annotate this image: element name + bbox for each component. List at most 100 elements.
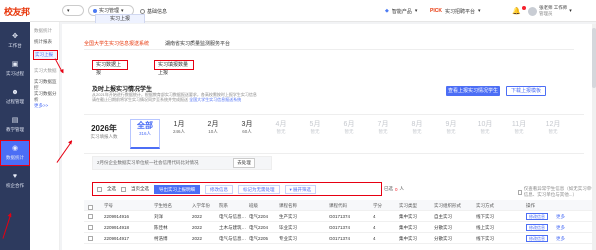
- month-8[interactable]: 8月 暂无: [402, 119, 432, 149]
- select-all-checkbox[interactable]: [97, 186, 102, 192]
- sidebar-item-label: 数据统计: [6, 155, 24, 160]
- column-header[interactable]: 学号: [104, 200, 113, 211]
- month-12[interactable]: 12月 暂无: [538, 119, 568, 149]
- cell-class: 电气2204: [249, 225, 269, 230]
- sidebar-item-label: 校企合作: [6, 183, 24, 188]
- select-all-label: 全选: [107, 186, 116, 191]
- sidebar-item-label: 教学管理: [6, 127, 24, 132]
- cell-type: 集中实习: [399, 214, 417, 219]
- cell-grade: 2022: [192, 225, 203, 230]
- notice-text: 2月份企业数据实习单位统一社会信用代码比对情况: [97, 160, 199, 165]
- select-page-label: 当页全选: [131, 186, 149, 191]
- cell-credit: 4: [373, 214, 376, 219]
- tab-internship-report[interactable]: 实习上报: [95, 14, 145, 23]
- more-actions-link[interactable]: 更多: [556, 222, 565, 233]
- sidebar-item-statistics[interactable]: ◉ 数据统计: [0, 140, 30, 166]
- sidebar-item-cooperation[interactable]: ♥ 校企合作: [0, 168, 30, 194]
- month-9[interactable]: 9月 暂无: [436, 119, 466, 149]
- sidebar-item-management[interactable]: ☻ 过程管理: [0, 84, 30, 110]
- data-report-button[interactable]: 实习数据上报: [92, 60, 128, 76]
- module-icon: [93, 8, 97, 13]
- month-count: 暂无: [514, 129, 524, 134]
- selected-count: 已选 0 人: [384, 186, 404, 192]
- more-actions-link[interactable]: 更多: [556, 233, 565, 244]
- month-count: 暂无: [276, 129, 286, 134]
- abnormal-only-label: 仅查看异常学生信息（如无实习单位信息、实习单位与其他...）: [523, 186, 596, 197]
- table-row[interactable]: 2209914916 刘洋 2022 电气与信息… 电气2204 生产实习 G0…: [84, 211, 596, 222]
- cell-department: 电气与信息…: [219, 214, 246, 219]
- select-page-checkbox[interactable]: [121, 186, 126, 192]
- sidebar-item-workbench[interactable]: ✥ 工作台: [0, 28, 30, 54]
- year-sub: 实习填报人数: [90, 134, 118, 139]
- table-row[interactable]: 2209914917 柯浩博 2022 电气与信息… 电气2205 专业实习 G…: [84, 233, 596, 244]
- student-table: 学号 学生姓名 入学年份 院系 班级 课程名称 课程代码 学分 实习类型 实习组…: [84, 200, 596, 244]
- column-header: 入学年份: [192, 203, 210, 208]
- subnav-more-link[interactable]: 更多>>: [33, 102, 58, 110]
- download-template-button[interactable]: 下载上报模板: [506, 86, 546, 96]
- module-selector-label: 实习管理: [99, 8, 120, 14]
- month-selector: 2026年 实习填报人数 全部 316人 1月 246人 2月 10人 3月 6…: [84, 114, 584, 154]
- expand-filter-button[interactable]: ▾ 展开筛选: [284, 184, 317, 194]
- report-system-link[interactable]: 全国大学生实习信息报送系统: [189, 97, 241, 102]
- month-5[interactable]: 5月 暂无: [300, 119, 330, 149]
- month-7[interactable]: 7月 暂无: [368, 119, 398, 149]
- column-header: 操作: [526, 203, 535, 208]
- export-button[interactable]: 导出实习上报明细: [154, 184, 200, 194]
- batch-edit-button[interactable]: 修改信息: [205, 184, 233, 194]
- book-icon: ▤: [11, 117, 19, 124]
- cell-course: 生产实习: [279, 214, 297, 219]
- month-6[interactable]: 6月 暂无: [334, 119, 364, 149]
- cell-department: 土木与建筑…: [219, 225, 246, 230]
- row-checkbox[interactable]: [88, 236, 93, 241]
- month-all[interactable]: 全部 316人: [130, 119, 160, 149]
- cell-type: 集中实习: [399, 225, 417, 230]
- scrollbar-thumb[interactable]: [592, 28, 596, 88]
- month-name: 12月: [545, 121, 561, 128]
- handle-button[interactable]: 去处理: [233, 158, 255, 168]
- month-11[interactable]: 11月 暂无: [504, 119, 534, 149]
- year-value: 2026年: [91, 124, 117, 133]
- month-10[interactable]: 10月 暂无: [470, 119, 500, 149]
- month-2[interactable]: 2月 10人: [198, 119, 228, 149]
- cell-grade: 2022: [192, 214, 203, 219]
- cell-course-code: G0171374: [329, 236, 351, 241]
- edit-row-button[interactable]: 修改信息: [526, 224, 548, 231]
- more-actions-link[interactable]: 更多: [556, 211, 565, 222]
- quantity-report-button[interactable]: 实习填报数量上报: [154, 60, 194, 76]
- subnav-item-report-table[interactable]: 统计报表: [33, 38, 58, 46]
- logo-text: 校友邦: [4, 7, 30, 18]
- column-header: 学分: [373, 203, 382, 208]
- expand-filter-label: 展开筛选: [293, 186, 312, 192]
- sidebar-item-label: 实习过程: [6, 71, 24, 76]
- page-scrollbar[interactable]: [592, 24, 596, 250]
- credit-code-notice: 2月份企业数据实习单位统一社会信用代码比对情况 去处理: [92, 156, 272, 170]
- logo: 校友邦: [0, 0, 30, 22]
- cell-mode: 自主实习: [434, 214, 452, 219]
- header-checkbox[interactable]: [88, 200, 93, 211]
- month-1[interactable]: 1月 246人: [164, 119, 194, 149]
- month-4[interactable]: 4月 暂无: [266, 119, 296, 149]
- month-name: 2月: [207, 121, 219, 128]
- row-checkbox[interactable]: [88, 214, 93, 219]
- sidebar-item-teaching[interactable]: ▤ 教学管理: [0, 112, 30, 138]
- header-select-checkbox[interactable]: [88, 204, 93, 210]
- report-description: 从2021年开始进行数据统计，根据教育部实习数据报送要求，各高校需按时上报学生实…: [92, 92, 392, 102]
- abnormal-only-checkbox[interactable]: [518, 189, 522, 195]
- month-name: 7月: [377, 121, 389, 128]
- row-checkbox[interactable]: [88, 225, 93, 230]
- cell-student-name: 柯浩博: [154, 236, 168, 241]
- table-row[interactable]: 2209914918 陈佳林 2022 土木与建筑… 电气2204 毕业实习 G…: [84, 222, 596, 233]
- cell-class: 电气2204: [249, 214, 269, 219]
- cell-student-name: 陈佳林: [154, 225, 168, 230]
- month-name: 6月: [343, 121, 355, 128]
- column-header: 实习方式: [476, 203, 494, 208]
- edit-row-button[interactable]: 修改信息: [526, 213, 548, 220]
- month-3[interactable]: 3月 60人: [232, 119, 262, 149]
- mark-ignore-button[interactable]: 标记为无需处理: [238, 184, 280, 194]
- abnormal-only-toggle[interactable]: 仅查看异常学生信息（如无实习单位信息、实习单位与其他...）: [518, 186, 596, 198]
- sidebar-item-process[interactable]: ▣ 实习过程: [0, 56, 30, 82]
- cell-credit: 4: [373, 225, 376, 230]
- view-report-students-button[interactable]: 查看上报实习情况学生: [446, 86, 500, 96]
- edit-row-button[interactable]: 修改信息: [526, 235, 548, 242]
- year-label[interactable]: 2026年 实习填报人数: [84, 123, 124, 140]
